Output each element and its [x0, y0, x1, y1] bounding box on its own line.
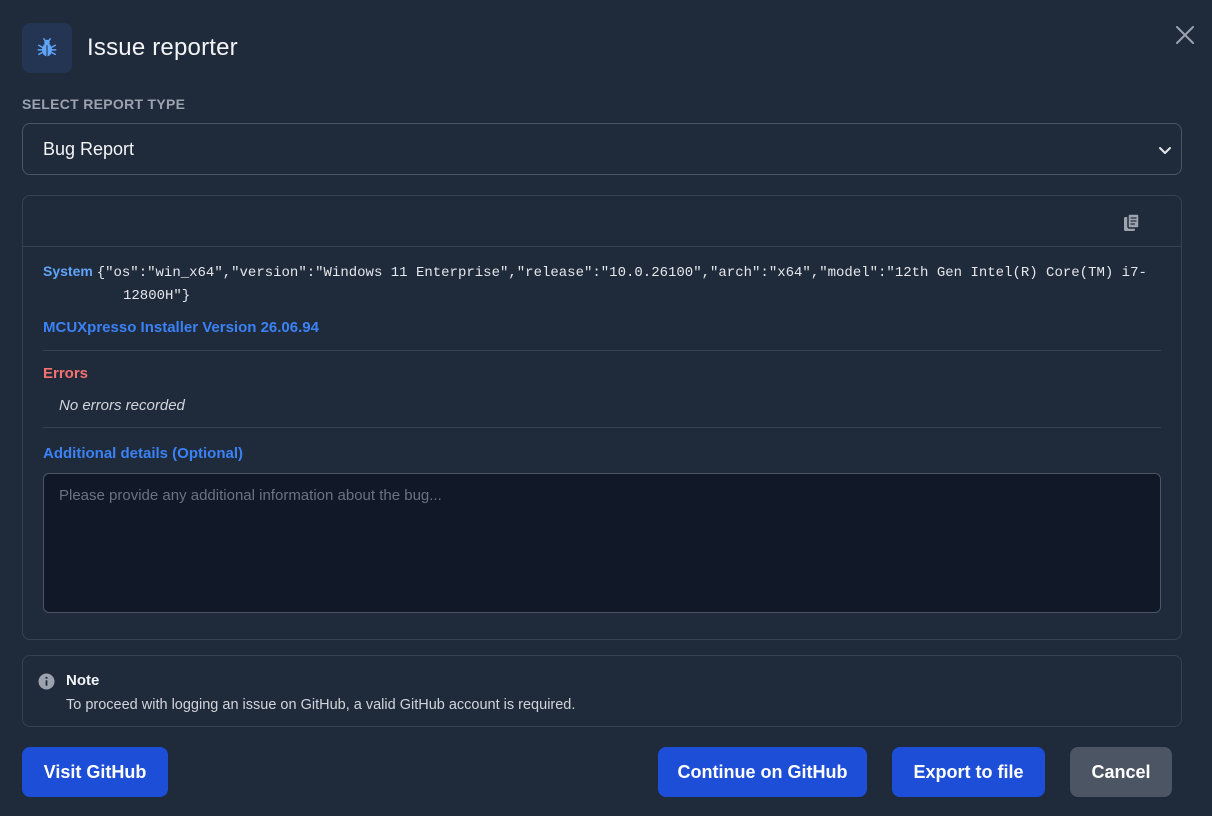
system-json-continued: 12800H"} [123, 288, 191, 304]
note-text: To proceed with logging an issue on GitH… [66, 697, 576, 713]
additional-details-input[interactable] [43, 473, 1161, 613]
panel-toolbar [23, 196, 1181, 247]
divider [43, 350, 1161, 351]
export-to-file-button[interactable]: Export to file [892, 747, 1045, 797]
additional-details-label: Additional details (Optional) [43, 445, 243, 462]
system-info: System {"os":"win_x64","version":"Window… [43, 260, 1163, 308]
dialog-title: Issue reporter [87, 34, 238, 61]
system-label: System [43, 263, 93, 279]
note-title: Note [66, 672, 100, 689]
report-type-value: Bug Report [43, 138, 135, 159]
system-json: {"os":"win_x64","version":"Windows 11 En… [96, 265, 1147, 281]
info-icon [38, 673, 55, 690]
continue-on-github-button[interactable]: Continue on GitHub [658, 747, 867, 797]
no-errors-text: No errors recorded [59, 397, 185, 414]
close-icon[interactable] [1174, 24, 1196, 46]
installer-version: MCUXpresso Installer Version 26.06.94 [43, 319, 319, 336]
cancel-button[interactable]: Cancel [1070, 747, 1172, 797]
report-type-select[interactable]: Bug Report [22, 123, 1182, 175]
errors-label: Errors [43, 365, 89, 382]
dialog-header: Issue reporter [22, 22, 238, 74]
report-details-panel: System {"os":"win_x64","version":"Window… [22, 195, 1182, 640]
chevron-down-icon [1155, 140, 1175, 160]
copy-icon[interactable] [1121, 212, 1143, 234]
divider [43, 427, 1161, 428]
issue-reporter-dialog: Issue reporter SELECT REPORT TYPE Bug Re… [0, 0, 1212, 816]
report-type-label: SELECT REPORT TYPE [22, 96, 186, 112]
visit-github-button[interactable]: Visit GitHub [22, 747, 168, 797]
bug-icon [22, 23, 72, 73]
note-box: Note To proceed with logging an issue on… [22, 655, 1182, 727]
